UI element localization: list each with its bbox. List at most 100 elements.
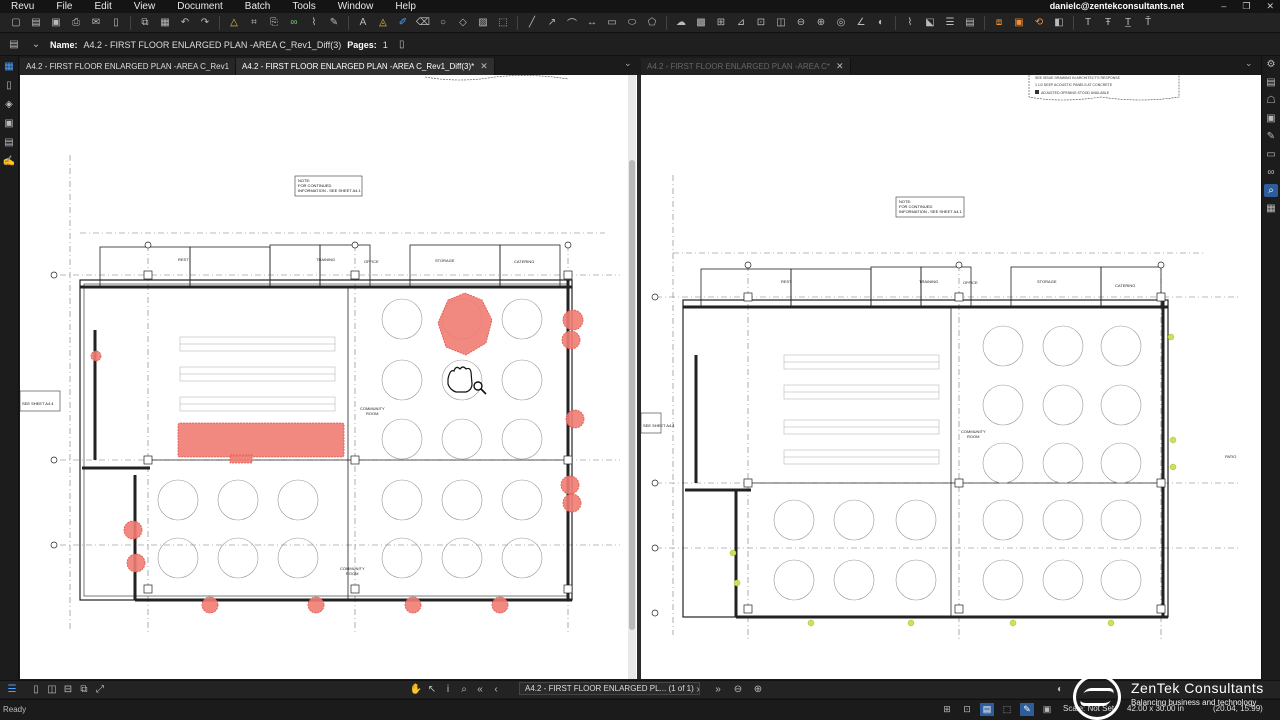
paperclip-icon[interactable]: ⌇: [306, 15, 322, 31]
close-window-button[interactable]: ✕: [1266, 0, 1274, 13]
sync-icon[interactable]: ⟲: [1031, 15, 1047, 31]
single-page-icon[interactable]: ▯: [28, 682, 44, 698]
split-vertical-icon[interactable]: ◫: [44, 682, 60, 698]
next-page-icon[interactable]: ›: [690, 681, 706, 697]
tab-diff[interactable]: A4.2 - FIRST FLOOR ENLARGED PLAN -AREA C…: [236, 58, 495, 75]
brush-icon[interactable]: ✎: [326, 15, 342, 31]
attach-icon[interactable]: ⎘: [266, 15, 282, 31]
close-icon[interactable]: ✕: [480, 61, 488, 72]
measure-icon[interactable]: ⊿: [733, 15, 749, 31]
snap-content-icon[interactable]: ▤: [980, 703, 994, 716]
tab-revision[interactable]: A4.2 - FIRST FLOOR ENLARGED PLAN -AREA C…: [641, 58, 851, 75]
contrast-icon[interactable]: ◐: [1052, 681, 1068, 697]
count-icon[interactable]: ⊕: [813, 15, 829, 31]
menu-document[interactable]: Document: [166, 0, 234, 13]
document-name[interactable]: A4.2 - FIRST FLOOR ENLARGED PLAN -AREA C…: [84, 40, 342, 50]
list-view-icon[interactable]: ☰: [4, 682, 20, 698]
sets-icon[interactable]: ▣: [1264, 112, 1278, 125]
capture-icon[interactable]: ⌗: [246, 15, 262, 31]
user-account[interactable]: danielc@zentekconsultants.net: [1050, 0, 1184, 13]
link-icon[interactable]: ∞: [286, 15, 302, 31]
angle-icon[interactable]: ∠: [853, 15, 869, 31]
tab-original[interactable]: A4.2 - FIRST FLOOR ENLARGED PLAN -AREA C…: [20, 58, 237, 75]
markup-list-icon[interactable]: ☰: [942, 15, 958, 31]
close-icon[interactable]: ✕: [836, 61, 844, 72]
text-box-icon[interactable]: A: [355, 15, 371, 31]
eraser-icon[interactable]: ⌫: [415, 15, 431, 31]
diameter-icon[interactable]: ◎: [833, 15, 849, 31]
comments-icon[interactable]: ▭: [1264, 148, 1278, 161]
left-document-view[interactable]: NOTE: FOR CONTINUED INFORMATION - SEE SH…: [20, 75, 637, 679]
settings-icon[interactable]: ⚙: [1264, 58, 1278, 71]
email-icon[interactable]: ✉: [88, 15, 104, 31]
zoom-tool-icon[interactable]: ⌕: [456, 682, 472, 698]
arc-icon[interactable]: ⌒: [564, 15, 580, 31]
document-icon[interactable]: ▤: [6, 37, 22, 53]
text-strike-icon[interactable]: Ŧ: [1100, 15, 1116, 31]
previous-page-icon[interactable]: ‹: [488, 682, 504, 698]
links-icon[interactable]: ∞: [1264, 166, 1278, 179]
overlay-icon[interactable]: ▣: [1011, 15, 1027, 31]
chevron-down-icon[interactable]: ⌄: [28, 37, 44, 53]
snap-markup-icon[interactable]: ⬚: [1000, 703, 1014, 716]
new-document-icon[interactable]: ▢: [8, 15, 24, 31]
text-underline-icon[interactable]: T̲: [1120, 15, 1136, 31]
circle-icon[interactable]: ○: [435, 15, 451, 31]
properties-icon[interactable]: ▤: [1264, 76, 1278, 89]
studio-icon[interactable]: ☖: [1264, 94, 1278, 107]
pen-icon[interactable]: ✐: [395, 15, 411, 31]
fit-page-icon[interactable]: ⤢: [92, 682, 108, 698]
forward-view-icon[interactable]: ⊕: [750, 681, 766, 697]
area-icon[interactable]: ◫: [773, 15, 789, 31]
tab-list-chevron-icon[interactable]: ⌄: [624, 58, 632, 69]
radius-icon[interactable]: ◐: [873, 15, 889, 31]
snap-icon[interactable]: ⊡: [960, 703, 974, 716]
back-view-icon[interactable]: ⊖: [730, 681, 746, 697]
volume-icon[interactable]: ⊖: [793, 15, 809, 31]
select-tool-icon[interactable]: ↖: [424, 682, 440, 698]
page-icon[interactable]: ▯: [108, 15, 124, 31]
dimension-icon[interactable]: ↔: [584, 15, 600, 31]
split-horizontal-icon[interactable]: ⊟: [60, 682, 76, 698]
sync-icon[interactable]: ▣: [1040, 703, 1054, 716]
thumbnails-icon[interactable]: ▦: [2, 60, 16, 73]
grid-icon[interactable]: ⊞: [713, 15, 729, 31]
polygon-icon[interactable]: ⬠: [644, 15, 660, 31]
left-scroll-thumb[interactable]: [629, 160, 635, 630]
page-navigation-box[interactable]: A4.2 - FIRST FLOOR ENLARGED PL... (1 of …: [519, 682, 700, 695]
first-page-icon[interactable]: «: [472, 682, 488, 698]
print-icon[interactable]: ⎙: [68, 15, 84, 31]
tool-chest-icon[interactable]: ▣: [2, 117, 16, 130]
menu-revu[interactable]: Revu: [0, 0, 45, 13]
rectangle-icon[interactable]: ▭: [604, 15, 620, 31]
arrow-icon[interactable]: ↗: [544, 15, 560, 31]
menu-help[interactable]: Help: [384, 0, 427, 13]
grid-toggle-icon[interactable]: ⊞: [940, 703, 954, 716]
select-text-icon[interactable]: Ꭵ: [440, 682, 456, 698]
reuse-icon[interactable]: ✎: [1020, 703, 1034, 716]
maximize-button[interactable]: ❐: [1242, 0, 1250, 13]
markups-icon[interactable]: ✎: [1264, 130, 1278, 143]
ellipse-icon[interactable]: ⬭: [624, 15, 640, 31]
menu-edit[interactable]: Edit: [83, 0, 122, 13]
perimeter-icon[interactable]: ⊡: [753, 15, 769, 31]
selection-icon[interactable]: ⬚: [495, 15, 511, 31]
highlight-icon[interactable]: ◬: [375, 15, 391, 31]
shapes-icon[interactable]: ◇: [455, 15, 471, 31]
page-setup-icon[interactable]: ▯: [394, 37, 410, 53]
menu-batch[interactable]: Batch: [234, 0, 282, 13]
text-tool-icon[interactable]: T: [1080, 15, 1096, 31]
menu-window[interactable]: Window: [327, 0, 385, 13]
cloud-icon[interactable]: ☁: [673, 15, 689, 31]
last-page-icon[interactable]: »: [710, 681, 726, 697]
polylength-icon[interactable]: ⌇: [902, 15, 918, 31]
copy-icon[interactable]: ⧉: [137, 15, 153, 31]
tab-list-chevron-icon[interactable]: ⌄: [1245, 58, 1253, 69]
layers-icon[interactable]: ▤: [962, 15, 978, 31]
cutout-icon[interactable]: ⬕: [922, 15, 938, 31]
undo-icon[interactable]: ↶: [177, 15, 193, 31]
minimize-button[interactable]: –: [1221, 0, 1226, 13]
pan-tool-icon[interactable]: ✋: [408, 682, 424, 698]
open-folder-icon[interactable]: ▤: [28, 15, 44, 31]
spaces-icon[interactable]: ▦: [1264, 202, 1278, 215]
